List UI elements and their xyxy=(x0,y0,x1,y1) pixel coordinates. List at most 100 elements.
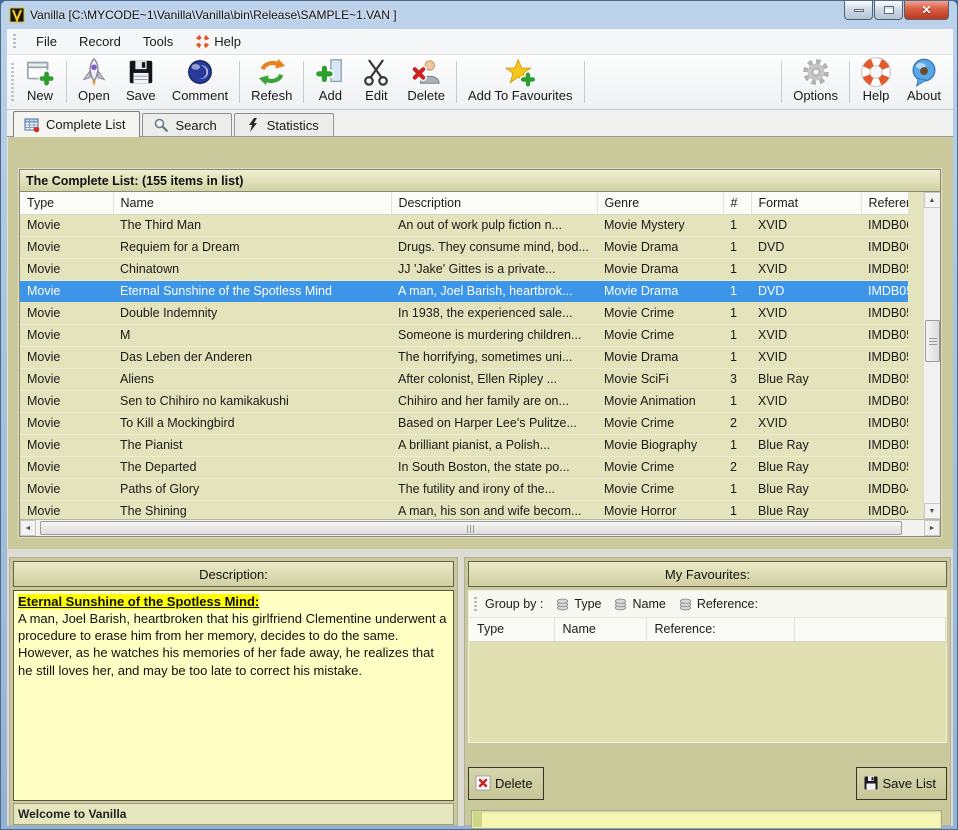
comment-icon xyxy=(185,57,215,88)
toolbar-button-label: Save xyxy=(126,88,156,103)
open-button[interactable]: Open xyxy=(70,57,118,107)
table-cell: 3 xyxy=(723,368,751,390)
group-by-name-button[interactable]: Name xyxy=(609,595,673,614)
refresh-icon xyxy=(257,57,287,88)
tab-complete-list[interactable]: Complete List xyxy=(13,111,140,137)
menu-item-help[interactable]: Help xyxy=(184,30,252,53)
table-cell: IMDB048 xyxy=(861,500,908,519)
horizontal-scroll-thumb[interactable] xyxy=(40,521,902,535)
tab-label: Complete List xyxy=(46,117,125,132)
table-cell: 1 xyxy=(723,236,751,258)
new-button[interactable]: New xyxy=(17,57,63,107)
menu-bar: File RecordTools Help xyxy=(7,29,953,55)
minimize-icon xyxy=(854,9,864,12)
toolbar-separator xyxy=(66,61,67,103)
column-header-description[interactable]: Description xyxy=(391,192,597,214)
toolbar-button-label: Edit xyxy=(365,88,387,103)
complete-list-page: The Complete List: (155 items in list) T… xyxy=(7,137,953,549)
description-header: Description: xyxy=(13,561,454,587)
table-row[interactable]: MovieEternal Sunshine of the Spotless Mi… xyxy=(20,280,908,302)
description-text: A man, Joel Barish, heartbroken that his… xyxy=(18,611,447,677)
toolbar-button-label: Refesh xyxy=(251,88,292,103)
favourites-list xyxy=(469,642,946,742)
scroll-down-icon[interactable]: ▼ xyxy=(924,503,941,519)
table-row[interactable]: MovieSen to Chihiro no kamikakushiChihir… xyxy=(20,390,908,412)
group-by-label: Group by : xyxy=(485,597,543,611)
add-button[interactable]: Add xyxy=(307,57,353,107)
menu-item-label: File xyxy=(36,34,57,49)
group-by-type-button[interactable]: Type xyxy=(551,595,609,614)
table-row[interactable]: MoviePaths of GloryThe futility and iron… xyxy=(20,478,908,500)
scroll-right-icon[interactable]: ► xyxy=(924,520,940,536)
column-header-genre[interactable]: Genre xyxy=(597,192,723,214)
about-icon xyxy=(909,57,939,88)
menu-item-label: Help xyxy=(214,34,241,49)
table-row[interactable]: MovieChinatownJJ 'Jake' Gittes is a priv… xyxy=(20,258,908,280)
table-cell: To Kill a Mockingbird xyxy=(113,412,391,434)
menu-item-file[interactable]: File xyxy=(25,30,68,53)
tab-search[interactable]: Search xyxy=(142,113,231,136)
table-row[interactable]: MovieMSomeone is murdering children...Mo… xyxy=(20,324,908,346)
options-button[interactable]: Options xyxy=(785,57,846,107)
column-header-name[interactable]: Name xyxy=(113,192,391,214)
column-header-#[interactable]: # xyxy=(723,192,751,214)
favourites-column-type[interactable]: Type xyxy=(469,618,554,641)
vertical-scroll-thumb[interactable] xyxy=(925,320,940,362)
close-button[interactable]: ✕ xyxy=(904,1,949,20)
table-row[interactable]: MovieThe PianistA brilliant pianist, a P… xyxy=(20,434,908,456)
table-cell: Movie xyxy=(20,346,113,368)
help-button[interactable]: Help xyxy=(853,57,899,107)
edit-icon xyxy=(361,57,391,88)
table-row[interactable]: MovieThe ShiningA man, his son and wife … xyxy=(20,500,908,519)
maximize-button[interactable] xyxy=(874,1,903,20)
vertical-scrollbar[interactable]: ▲ ▼ xyxy=(923,192,940,519)
column-header-type[interactable]: Type xyxy=(20,192,113,214)
delete-button[interactable]: Delete xyxy=(399,57,453,107)
minimize-button[interactable] xyxy=(844,1,873,20)
tab-label: Search xyxy=(175,118,216,133)
table-row[interactable]: MovieTo Kill a MockingbirdBased on Harpe… xyxy=(20,412,908,434)
delete-icon xyxy=(411,57,441,88)
toolbar-separator xyxy=(849,61,850,103)
table-cell: 1 xyxy=(723,478,751,500)
table-row[interactable]: MovieThe Third ManAn out of work pulp fi… xyxy=(20,214,908,236)
menu-item-record[interactable]: Record xyxy=(68,30,132,53)
scroll-up-icon[interactable]: ▲ xyxy=(924,192,941,208)
horizontal-scrollbar[interactable]: ◄ ► xyxy=(20,519,940,536)
table-cell: Blue Ray xyxy=(751,500,861,519)
title-bar[interactable]: Vanilla [C:\MYCODE~1\Vanilla\Vanilla\bin… xyxy=(1,1,957,29)
table-cell: IMDB053 xyxy=(861,368,908,390)
favourites-column-reference[interactable]: Reference: xyxy=(646,618,794,641)
favourites-column-name[interactable]: Name xyxy=(554,618,646,641)
description-panel: Description: Eternal Sunshine of the Spo… xyxy=(9,557,458,826)
save-button[interactable]: Save xyxy=(118,57,164,107)
refesh-button[interactable]: Refesh xyxy=(243,57,300,107)
column-header-format[interactable]: Format xyxy=(751,192,861,214)
table-cell: 2 xyxy=(723,456,751,478)
add-to-favourites-button[interactable]: Add To Favourites xyxy=(460,57,581,107)
search-icon xyxy=(153,117,169,133)
table-row[interactable]: MovieThe DepartedIn South Boston, the st… xyxy=(20,456,908,478)
life-ring-icon xyxy=(195,34,210,49)
table-cell: 1 xyxy=(723,258,751,280)
delete-favourite-button[interactable]: Delete xyxy=(468,767,544,800)
table-row[interactable]: MovieDas Leben der AnderenThe horrifying… xyxy=(20,346,908,368)
edit-button[interactable]: Edit xyxy=(353,57,399,107)
table-row[interactable]: MovieAliensAfter colonist, Ellen Ripley … xyxy=(20,368,908,390)
table-cell: Movie Drama xyxy=(597,236,723,258)
toolbar-separator xyxy=(303,61,304,103)
tab-statistics[interactable]: Statistics xyxy=(234,113,334,136)
save-list-button[interactable]: Save List xyxy=(856,767,947,800)
table-cell: 1 xyxy=(723,346,751,368)
table-row[interactable]: MovieDouble IndemnityIn 1938, the experi… xyxy=(20,302,908,324)
table-row[interactable]: MovieRequiem for a DreamDrugs. They cons… xyxy=(20,236,908,258)
group-by-reference-button[interactable]: Reference: xyxy=(674,595,766,614)
table-cell: XVID xyxy=(751,324,861,346)
menu-item-tools[interactable]: Tools xyxy=(132,30,184,53)
about-button[interactable]: About xyxy=(899,57,949,107)
table-cell: DVD xyxy=(751,236,861,258)
scroll-left-icon[interactable]: ◄ xyxy=(20,520,36,536)
column-header-reference[interactable]: Reference: xyxy=(861,192,908,214)
toolbar-button-label: Add xyxy=(319,88,342,103)
comment-button[interactable]: Comment xyxy=(164,57,236,107)
